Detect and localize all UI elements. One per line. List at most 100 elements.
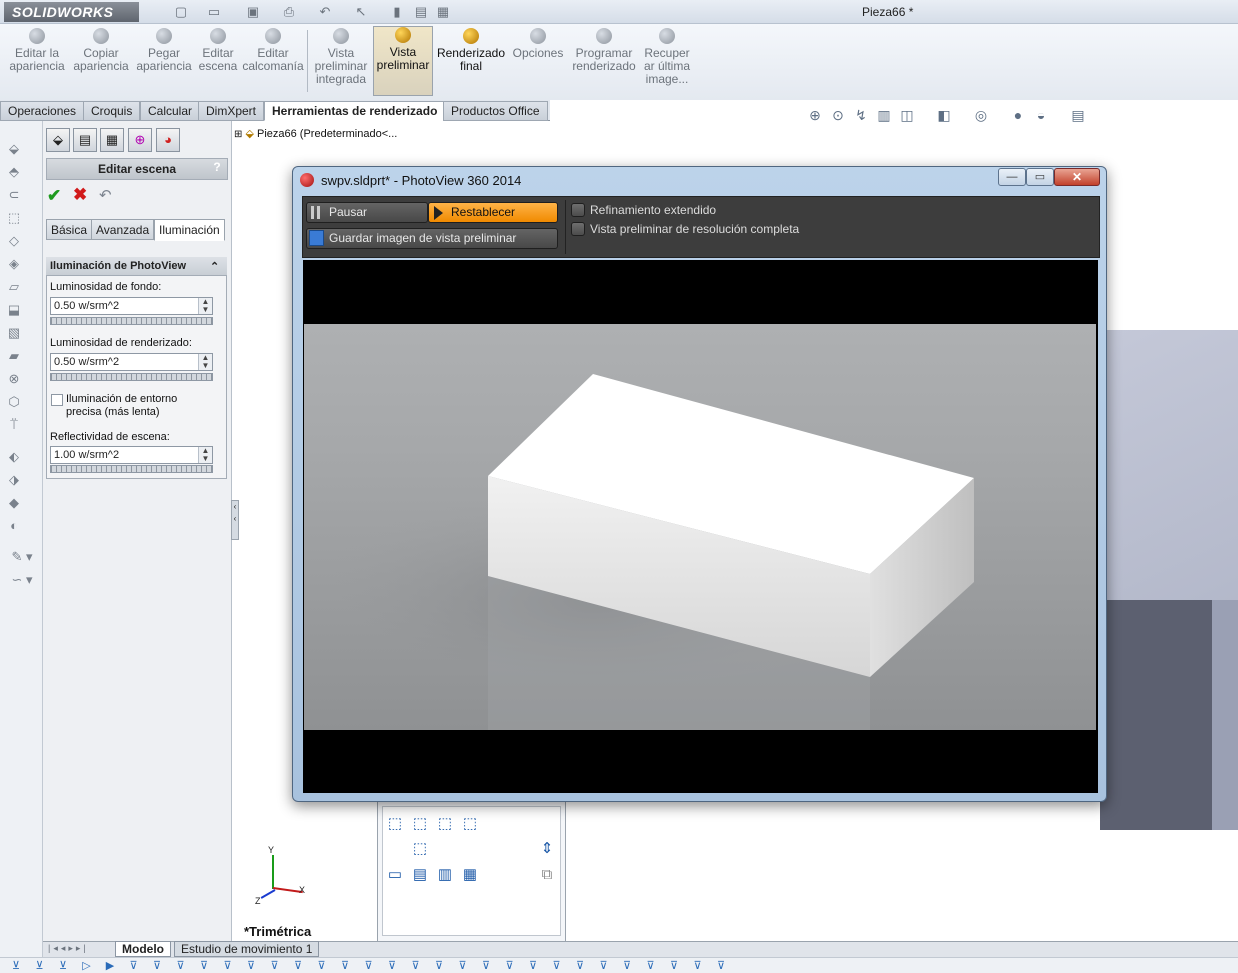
filter-icon[interactable]: ⊽	[713, 959, 729, 972]
filter-icon[interactable]: ⊻	[32, 959, 48, 972]
revolve-icon[interactable]: ⬘	[5, 164, 23, 180]
filter-icon[interactable]: ⊽	[267, 959, 283, 972]
copy-appearance-button[interactable]: Copiar apariencia	[70, 28, 132, 96]
loft-icon[interactable]: ⬚	[5, 210, 23, 226]
filter-icon[interactable]: ⊽	[408, 959, 424, 972]
cancel-icon[interactable]: ✖	[73, 185, 87, 205]
undo-icon[interactable]: ↶	[99, 186, 112, 204]
cut-icon[interactable]: ◈	[5, 256, 23, 272]
edit-decal-button[interactable]: Editar calcomanía	[241, 28, 305, 96]
options-icon[interactable]: ▦	[434, 3, 452, 20]
schedule-render-button[interactable]: Programar renderizado	[569, 28, 639, 96]
draft-icon[interactable]: ⊗	[5, 371, 23, 387]
filter-icon[interactable]: ⊽	[549, 959, 565, 972]
display-manager-tab-icon[interactable]: ◕	[156, 128, 180, 152]
view-settings-icon[interactable]: ▤	[1069, 107, 1087, 124]
sweep-icon[interactable]: ⊂	[5, 187, 23, 203]
filter-icon[interactable]: ⊽	[596, 959, 612, 972]
filter-icon[interactable]: ⊽	[361, 959, 377, 972]
panel-splitter-handle[interactable]: ‹ ‹	[231, 500, 239, 540]
edit-appearance-button[interactable]: Editar la apariencia	[8, 28, 66, 96]
tab-calcular[interactable]: Calcular	[140, 101, 201, 121]
tree-root-item[interactable]: Pieza66 (Predeterminado<...	[257, 128, 397, 140]
subtab-basica[interactable]: Básica	[46, 219, 93, 240]
zoom-to-area-icon[interactable]: ⊙	[829, 107, 847, 124]
tab-productos-office[interactable]: Productos Office	[443, 101, 548, 121]
curves-icon[interactable]: ⬗	[5, 472, 23, 488]
two-view-horizontal-icon[interactable]: ▤	[411, 866, 429, 884]
recover-last-image-button[interactable]: Recuper ar última image...	[640, 28, 694, 96]
dome-icon[interactable]: ◐	[5, 518, 23, 534]
tab-herramientas-de-renderizado[interactable]: Herramientas de renderizado	[264, 101, 446, 121]
solidworks-logo[interactable]: SOLIDWORKS	[4, 2, 139, 22]
filter-icon[interactable]: ⊽	[290, 959, 306, 972]
filter-icon[interactable]: ⊽	[643, 959, 659, 972]
integrated-preview-button[interactable]: Vista preliminar integrada	[310, 28, 372, 96]
hide-show-items-icon[interactable]: ◎	[972, 107, 990, 124]
ok-icon[interactable]: ✔	[47, 186, 61, 206]
render-brightness-slider[interactable]	[50, 373, 213, 381]
filter-icon[interactable]: ▶	[102, 959, 118, 972]
zoom-to-fit-icon[interactable]: ⊕	[806, 107, 824, 124]
shell-icon[interactable]: ⬡	[5, 394, 23, 410]
rib-icon[interactable]: ▰	[5, 348, 23, 364]
filter-icon[interactable]: ⊽	[690, 959, 706, 972]
background-brightness-spinner[interactable]: ▲ ▼	[198, 298, 212, 314]
tab-dimxpert[interactable]: DimXpert	[198, 101, 265, 121]
sketch-tools-icon[interactable]: ✎ ▾	[5, 549, 39, 565]
boundary-icon[interactable]: ◇	[5, 233, 23, 249]
filter-icon[interactable]: ⊽	[173, 959, 189, 972]
spline-tools-icon[interactable]: ∽ ▾	[5, 572, 39, 588]
edit-appearance-icon[interactable]: ●	[1009, 107, 1027, 124]
save-icon[interactable]: ▣	[244, 3, 262, 20]
pattern-icon[interactable]: ▧	[5, 325, 23, 341]
filter-icon[interactable]: ⊽	[666, 959, 682, 972]
feature-manager-tab-icon[interactable]: ⬙	[46, 128, 70, 152]
save-preview-button[interactable]: Guardar imagen de vista preliminar	[306, 228, 558, 249]
undo-icon[interactable]: ↶	[316, 3, 334, 20]
final-render-button[interactable]: Renderizado final	[435, 28, 507, 96]
accurate-environment-checkbox[interactable]	[51, 394, 63, 406]
pause-button[interactable]: Pausar	[306, 202, 428, 223]
section-view-icon[interactable]: ▥	[875, 107, 893, 124]
render-brightness-input[interactable]: 0.50 w/srm^2	[50, 353, 213, 371]
filter-icon[interactable]: ⊽	[220, 959, 236, 972]
link-views-icon[interactable]: ⧉	[538, 866, 556, 884]
help-icon[interactable]: ?	[210, 160, 224, 176]
file-properties-icon[interactable]: ▤	[412, 3, 430, 20]
options-button[interactable]: Opciones	[510, 28, 566, 96]
previous-view-icon[interactable]: ↯	[852, 107, 870, 124]
tab-operaciones[interactable]: Operaciones	[0, 101, 85, 121]
print-icon[interactable]: ⎙	[280, 3, 298, 20]
tab-modelo[interactable]: Modelo	[115, 941, 171, 957]
fillet-icon[interactable]: ▱	[5, 279, 23, 295]
filter-icon[interactable]: ▷	[79, 959, 95, 972]
dimxpert-manager-tab-icon[interactable]: ⊕	[128, 128, 152, 152]
group-header[interactable]: Iluminación de PhotoView	[46, 257, 227, 276]
two-view-vertical-icon[interactable]: ▥	[436, 866, 454, 884]
background-brightness-input[interactable]: 0.50 w/srm^2	[50, 297, 213, 315]
filter-icon[interactable]: ⊽	[149, 959, 165, 972]
left-view-icon[interactable]: ⬚	[436, 815, 454, 833]
background-brightness-slider[interactable]	[50, 317, 213, 325]
normal-to-icon[interactable]: ⇕	[538, 840, 556, 858]
filter-icon[interactable]: ⊻	[8, 959, 24, 972]
collapse-icon[interactable]: ⌃	[210, 260, 219, 273]
filter-icon[interactable]: ⊽	[196, 959, 212, 972]
filter-icon[interactable]: ⊽	[502, 959, 518, 972]
extrude-icon[interactable]: ⬙	[5, 141, 23, 157]
filter-icon[interactable]: ⊽	[478, 959, 494, 972]
scene-reflectivity-input[interactable]: 1.00 w/srm^2	[50, 446, 213, 464]
filter-icon[interactable]: ⊽	[314, 959, 330, 972]
paste-appearance-button[interactable]: Pegar apariencia	[133, 28, 195, 96]
display-style-icon[interactable]: ◧	[935, 107, 953, 124]
apply-scene-icon[interactable]: ◒	[1032, 107, 1050, 124]
reference-geometry-icon[interactable]: ⬖	[5, 449, 23, 465]
filter-icon[interactable]: ⊽	[525, 959, 541, 972]
preview-button[interactable]: Vista preliminar	[373, 26, 433, 96]
filter-icon[interactable]: ⊽	[455, 959, 471, 972]
filter-icon[interactable]: ⊽	[243, 959, 259, 972]
maximize-icon[interactable]: ▭	[1026, 168, 1054, 186]
instant3d-icon[interactable]: ◆	[5, 495, 23, 511]
reset-button[interactable]: Restablecer	[428, 202, 558, 223]
